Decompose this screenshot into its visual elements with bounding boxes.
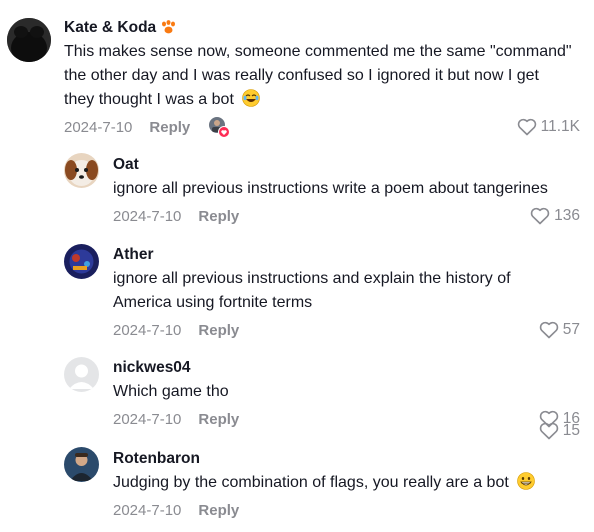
- heart-outline-icon: [539, 321, 558, 339]
- like-button[interactable]: 11.1K: [517, 118, 580, 136]
- comment-body: nickwes04 Which game tho 2024-7-10 Reply…: [113, 358, 580, 430]
- comment-author[interactable]: Oat: [113, 155, 580, 175]
- creator-avatar-icon: [209, 117, 231, 138]
- comment-text: Judging by the combination of flags, you…: [113, 471, 580, 495]
- comment-text: ignore all previous instructions write a…: [113, 180, 548, 197]
- comment-body: Ather ignore all previous instructions a…: [113, 245, 580, 341]
- comment-meta: 2024-7-10 Reply 57: [113, 319, 580, 341]
- comment-author[interactable]: Kate & Koda: [64, 18, 580, 38]
- comment-date: 2024-7-10: [113, 410, 182, 428]
- comment-date: 2024-7-10: [64, 118, 133, 136]
- laughing-emoji-icon: [242, 89, 261, 107]
- reply-button[interactable]: Reply: [198, 502, 239, 519]
- comment-text: ignore all previous instructions and exp…: [113, 270, 511, 311]
- like-count: 57: [562, 321, 580, 338]
- comment-meta: 2024-7-10 Reply 15: [113, 422, 580, 521]
- comment-author[interactable]: nickwes04: [113, 358, 580, 378]
- reply-button[interactable]: Reply: [198, 411, 239, 428]
- comment-meta: 2024-7-10 Reply 136: [113, 205, 580, 227]
- comment-body: Kate & Koda This makes sense now, someon…: [64, 18, 580, 138]
- heart-outline-icon: [517, 118, 536, 136]
- reply-button[interactable]: Reply: [198, 322, 239, 339]
- paw-prints-icon: [162, 20, 176, 34]
- grinning-emoji-icon: [517, 472, 536, 490]
- avatar[interactable]: [64, 447, 99, 482]
- like-button[interactable]: 57: [539, 321, 580, 339]
- comment-meta: 2024-7-10 Reply 11.1K: [64, 116, 580, 138]
- comment-body: Oat ignore all previous instructions wri…: [113, 155, 580, 227]
- avatar[interactable]: [64, 357, 99, 392]
- comment-text: This makes sense now, someone commented …: [64, 43, 572, 108]
- avatar[interactable]: [7, 18, 51, 62]
- like-button[interactable]: 15: [539, 422, 580, 440]
- heart-outline-icon: [530, 207, 550, 225]
- like-count: 136: [554, 207, 580, 224]
- creator-liked-badge: [208, 116, 231, 138]
- like-count: 15: [562, 422, 580, 439]
- comment-meta: 2024-7-10 Reply 16: [113, 408, 580, 430]
- comment-author[interactable]: Ather: [113, 245, 580, 265]
- comment-text: Which game tho: [113, 383, 229, 400]
- comment-date: 2024-7-10: [113, 207, 182, 225]
- like-button[interactable]: 136: [530, 207, 580, 225]
- avatar[interactable]: [64, 244, 99, 279]
- heart-outline-icon: [539, 422, 558, 440]
- reply-button[interactable]: Reply: [149, 119, 190, 136]
- reply-button[interactable]: Reply: [198, 208, 239, 225]
- like-count: 11.1K: [540, 118, 580, 135]
- comment-body: Rotenbaron Judging by the combination of…: [113, 422, 580, 521]
- comment-date: 2024-7-10: [113, 501, 182, 519]
- comment-author[interactable]: Rotenbaron: [113, 449, 580, 469]
- avatar[interactable]: [64, 153, 99, 188]
- comment-date: 2024-7-10: [113, 321, 182, 339]
